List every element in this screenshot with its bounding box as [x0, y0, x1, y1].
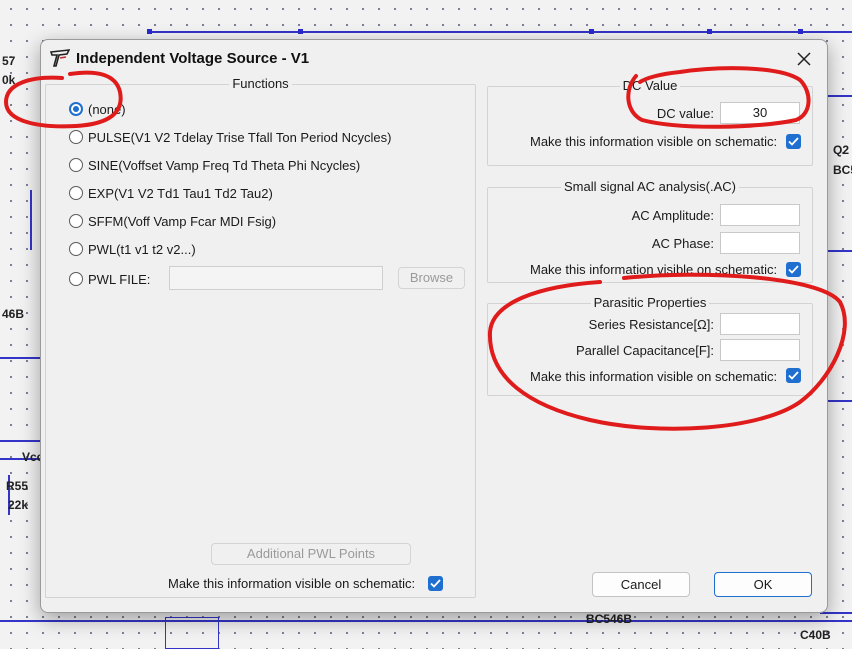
annotation-overlay: [3, 66, 847, 431]
annotation-circle-dc-value: [626, 66, 811, 129]
annotation-circle-none: [3, 70, 123, 129]
annotation-circle-parasitic: [487, 272, 847, 431]
